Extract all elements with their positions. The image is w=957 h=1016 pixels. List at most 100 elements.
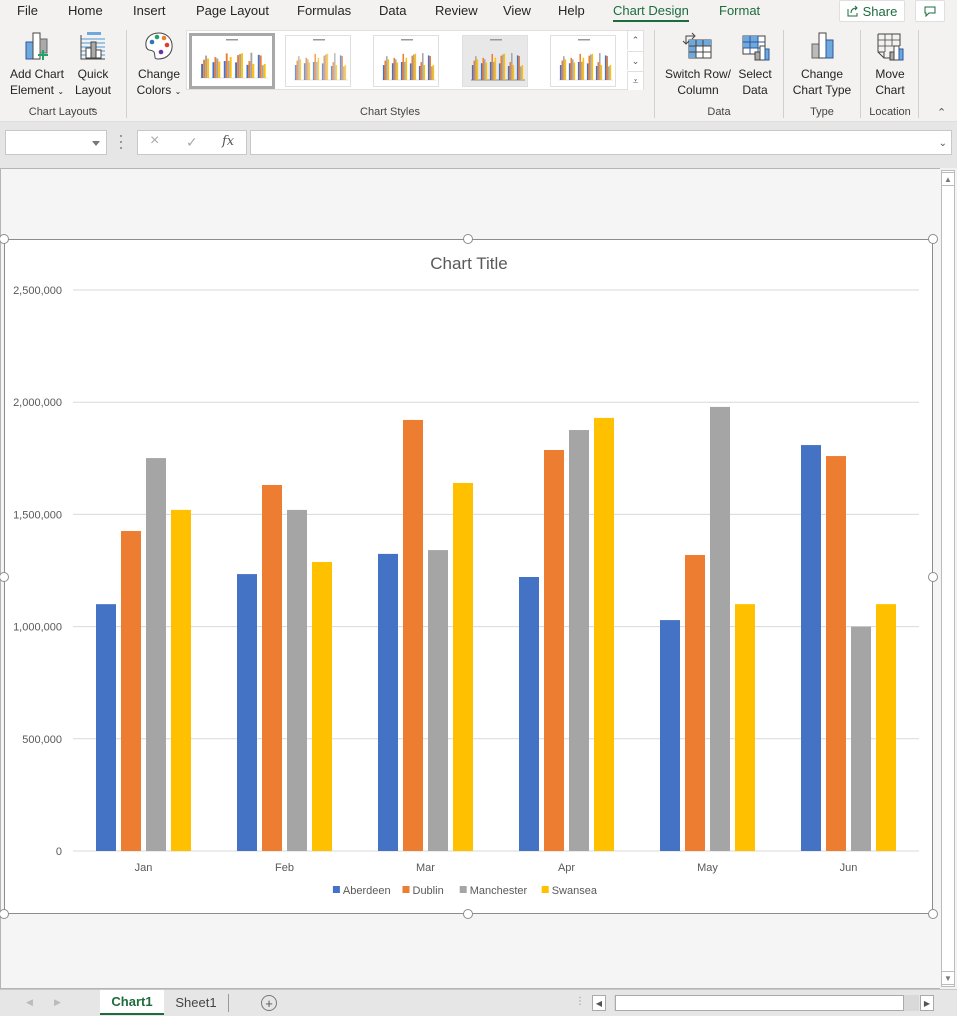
quick-layout-button[interactable]: Quick Layout ⌄ — [70, 30, 116, 116]
thumb-bar — [235, 62, 238, 78]
formula-bar-splitter[interactable] — [120, 135, 123, 149]
thumb-bar — [520, 66, 522, 80]
x-tick-label: Jun — [840, 862, 858, 874]
tab-home[interactable]: Home — [68, 3, 103, 18]
chart-style-thumbnail-1[interactable] — [189, 33, 275, 89]
chart-style-thumbnail-4[interactable] — [462, 35, 528, 87]
chart-style-thumbnail-3[interactable] — [373, 35, 439, 87]
thumb-bar — [216, 58, 219, 78]
cancel-icon[interactable]: × — [150, 132, 159, 150]
scroll-left-button[interactable]: ◀ — [592, 995, 606, 1011]
chart-style-thumbnail-2[interactable] — [285, 35, 351, 87]
vertical-scroll-track[interactable] — [941, 170, 955, 987]
sheet-tab-sheet1[interactable]: Sheet1 — [165, 990, 227, 1015]
bar-aberdeen-jun[interactable] — [801, 445, 821, 851]
gallery-more-button[interactable]: ⩡ — [627, 71, 643, 90]
bar-manchester-feb[interactable] — [287, 509, 307, 851]
resize-handle-top[interactable] — [463, 234, 473, 244]
bar-dublin-jan[interactable] — [121, 531, 141, 851]
expand-formula-bar-icon[interactable]: ⌄ — [939, 138, 947, 149]
next-sheet-icon[interactable]: ▶ — [54, 997, 61, 1008]
add-chart-element-button[interactable]: Add Chart Element ⌄ — [6, 30, 68, 100]
tab-format[interactable]: Format — [719, 3, 760, 18]
scroll-right-button[interactable]: ▶ — [920, 995, 934, 1011]
previous-sheet-icon[interactable]: ◀ — [26, 997, 33, 1008]
bar-aberdeen-feb[interactable] — [237, 574, 257, 851]
move-chart-button[interactable]: Move Chart — [866, 30, 914, 98]
change-colors-button[interactable]: Change Colors ⌄ — [134, 30, 184, 100]
bar-manchester-may[interactable] — [710, 406, 730, 851]
legend-item-aberdeen[interactable]: Aberdeen — [332, 885, 391, 897]
bar-swansea-jun[interactable] — [876, 604, 896, 851]
bar-aberdeen-apr[interactable] — [519, 577, 539, 851]
bar-swansea-mar[interactable] — [453, 482, 473, 851]
chart-area[interactable]: Chart Title 0 500,000 1,000,000 1,500,000 2,… — [4, 239, 933, 914]
gallery-scroll-up-button[interactable]: ⌃ — [627, 31, 643, 50]
sheet-tab-chart1[interactable]: Chart1 — [100, 990, 164, 1015]
chart-title[interactable]: Chart Title — [430, 254, 507, 273]
change-chart-type-button[interactable]: Change Chart Type — [790, 30, 854, 98]
resize-handle-right[interactable] — [928, 572, 938, 582]
thumb-bar — [491, 53, 493, 80]
tab-split-handle[interactable]: ⋮ — [575, 996, 585, 1007]
name-box[interactable] — [5, 130, 107, 155]
group-label-chart-layouts: Chart Layouts — [28, 106, 98, 118]
resize-handle-bottom-right[interactable] — [928, 909, 938, 919]
chart-style-thumbnail-5[interactable] — [550, 35, 616, 87]
collapse-ribbon-icon[interactable]: ⌃ — [937, 106, 946, 119]
tab-chart-design[interactable]: Chart Design — [613, 3, 689, 22]
tab-file[interactable]: File — [17, 3, 38, 18]
enter-icon[interactable]: ✓ — [186, 134, 198, 151]
comments-button[interactable] — [915, 0, 945, 22]
bar-aberdeen-mar[interactable] — [378, 553, 398, 851]
resize-handle-bottom[interactable] — [463, 909, 473, 919]
bar-aberdeen-may[interactable] — [660, 620, 680, 851]
insert-function-icon[interactable]: fx — [222, 134, 234, 149]
name-box-dropdown-icon[interactable] — [92, 141, 100, 146]
bar-manchester-jan[interactable] — [146, 458, 166, 851]
tab-review[interactable]: Review — [435, 3, 478, 18]
ribbon-separator — [860, 30, 861, 118]
legend-item-dublin[interactable]: Dublin — [402, 885, 444, 897]
gallery-scroll-down-button[interactable]: ⌄ — [627, 51, 643, 70]
bar-swansea-feb[interactable] — [312, 561, 332, 851]
bar-swansea-may[interactable] — [735, 604, 755, 851]
tab-page-layout[interactable]: Page Layout — [196, 3, 269, 18]
bar-aberdeen-jan[interactable] — [96, 604, 116, 851]
tab-view[interactable]: View — [503, 3, 531, 18]
legend-item-swansea[interactable]: Swansea — [541, 885, 598, 897]
thumb-bar — [207, 58, 209, 78]
horizontal-scroll-thumb[interactable] — [615, 995, 904, 1011]
select-data-button[interactable]: Select Data — [734, 30, 776, 98]
resize-handle-top-right[interactable] — [928, 234, 938, 244]
thumb-bar — [473, 60, 475, 80]
formula-input[interactable]: ⌄ — [250, 130, 952, 155]
thumb-bar — [212, 62, 215, 78]
bar-swansea-apr[interactable] — [594, 417, 614, 851]
tab-formulas[interactable]: Formulas — [297, 3, 351, 18]
bar-dublin-feb[interactable] — [262, 485, 282, 851]
scroll-down-button[interactable]: ▼ — [941, 971, 955, 985]
bar-dublin-apr[interactable] — [544, 449, 564, 851]
bar-dublin-may[interactable] — [685, 555, 705, 851]
quick-layout-label-2: Layout — [74, 83, 112, 97]
bar-manchester-apr[interactable] — [569, 430, 589, 851]
legend-item-manchester[interactable]: Manchester — [459, 885, 528, 897]
horizontal-scrollbar[interactable]: ◀ ▶ — [592, 995, 936, 1011]
thumb-bar — [595, 66, 598, 80]
new-sheet-button[interactable]: + — [261, 995, 277, 1011]
thumb-bar — [590, 54, 592, 80]
tab-help[interactable]: Help — [558, 3, 585, 18]
share-button[interactable]: Share — [839, 0, 905, 22]
vertical-scrollbar[interactable]: ▲ ▼ — [939, 170, 956, 987]
bar-swansea-jan[interactable] — [171, 509, 191, 851]
scroll-up-button[interactable]: ▲ — [941, 172, 955, 186]
bar-dublin-jun[interactable] — [826, 456, 846, 851]
bar-manchester-mar[interactable] — [428, 550, 448, 851]
tab-insert[interactable]: Insert — [133, 3, 166, 18]
chevron-down-icon: ⌄ — [174, 87, 182, 96]
bar-dublin-mar[interactable] — [403, 419, 423, 851]
bar-manchester-jun[interactable] — [851, 626, 871, 851]
tab-data[interactable]: Data — [379, 3, 406, 18]
switch-row-column-button[interactable]: Switch Row/ Column — [662, 30, 734, 98]
